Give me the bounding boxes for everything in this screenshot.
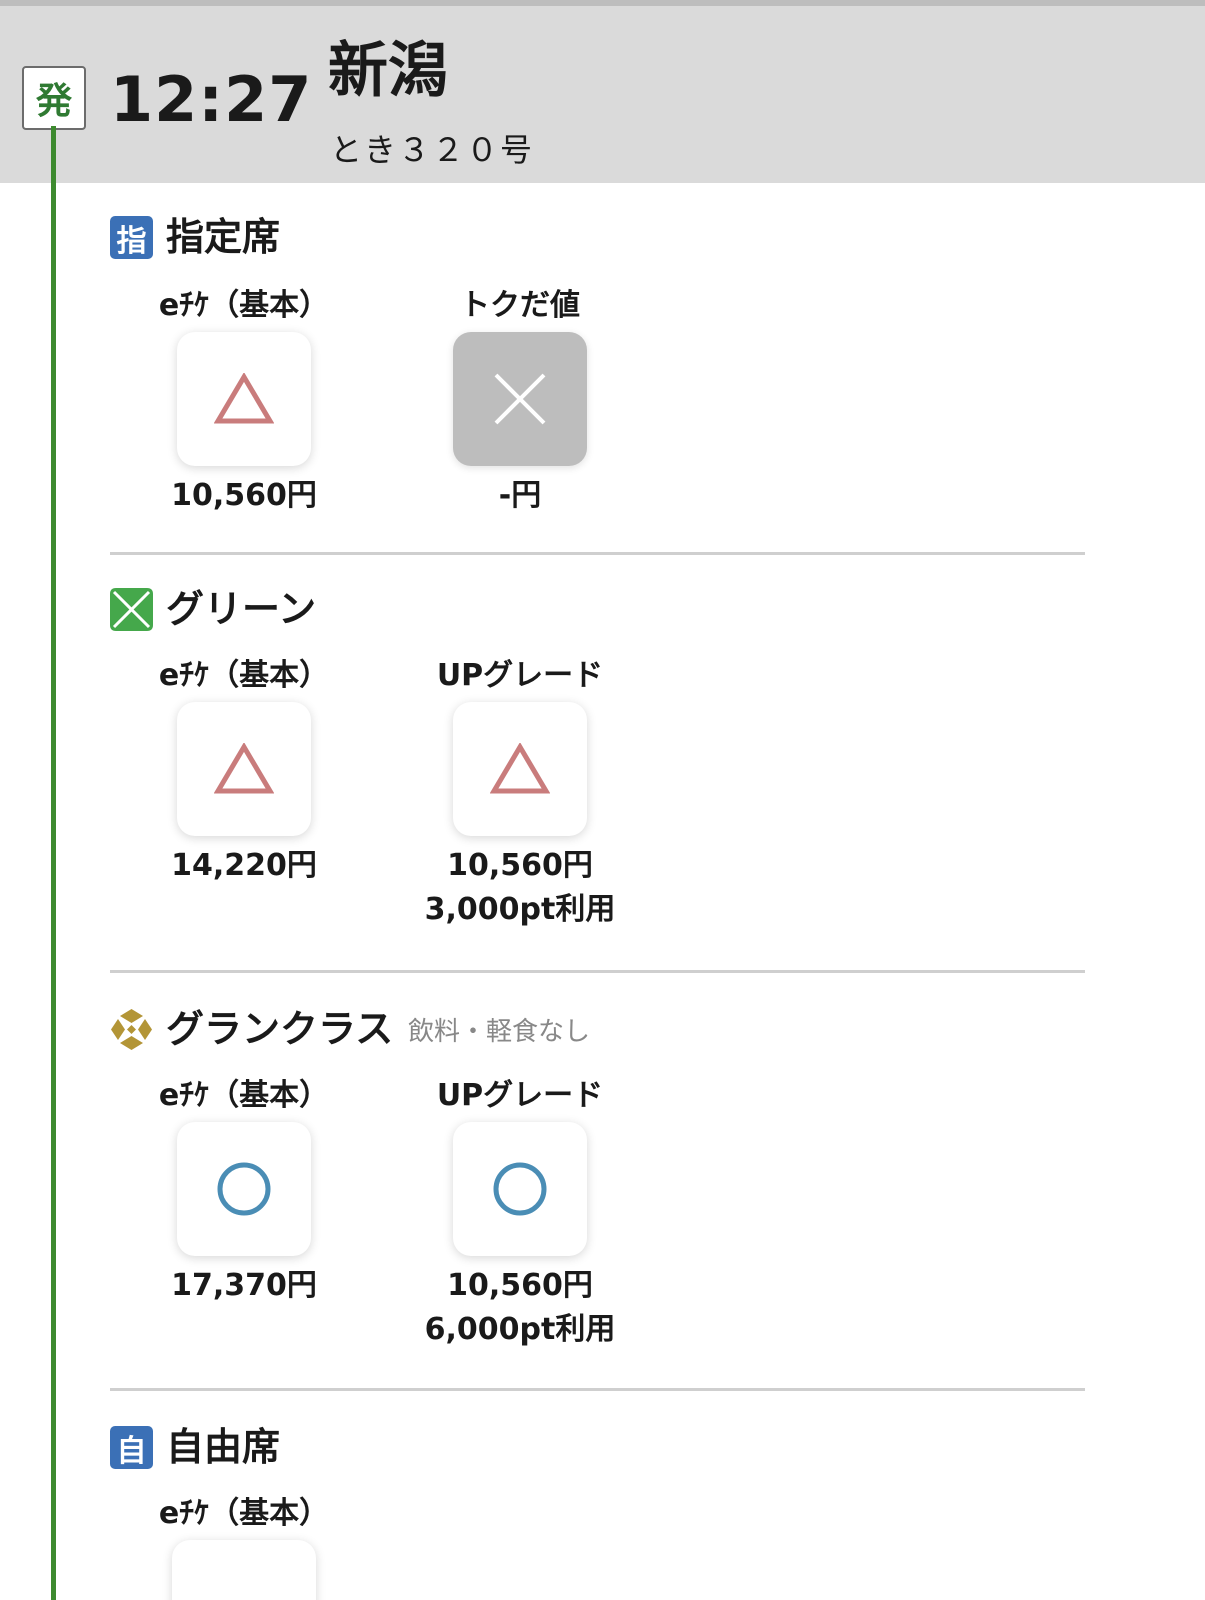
option-label: トクだ値 [460, 288, 580, 323]
option-green-upgrade[interactable]: UPグレード 10,560円 3,000pt利用 [370, 656, 670, 932]
availability-tile[interactable]: あり [172, 1540, 316, 1600]
reserved-seat-icon: 指 [110, 216, 153, 259]
section-divider [110, 552, 1085, 555]
train-name: とき３２０号 [330, 131, 535, 169]
option-gran-eticket[interactable]: eﾁｹ（基本） 17,370円 [94, 1076, 394, 1308]
option-gran-upgrade[interactable]: UPグレード 10,560円 6,000pt利用 [370, 1076, 670, 1352]
option-price: 10,560円 [447, 1268, 593, 1303]
section-header: グリーン [110, 584, 1085, 634]
departure-time: 12:27 [110, 63, 313, 136]
option-green-eticket[interactable]: eﾁｹ（基本） 14,220円 [94, 656, 394, 888]
option-price: 10,560円 [171, 478, 317, 513]
station-name: 新潟 [328, 36, 448, 106]
option-label: eﾁｹ（基本） [158, 658, 330, 693]
section-reserved: 指 指定席 [110, 212, 1085, 262]
departure-header: 発 12:27 新潟 とき３２０号 [0, 6, 1205, 183]
section-title: 自由席 [166, 1425, 281, 1469]
section-header: 指 指定席 [110, 212, 1085, 262]
few-seats-triangle-icon [214, 373, 274, 424]
option-points: 6,000pt利用 [424, 1312, 616, 1347]
section-title: グリーン [166, 587, 317, 631]
option-reserved-eticket[interactable]: eﾁｹ（基本） 10,560円 [94, 286, 394, 518]
route-line [51, 126, 56, 1600]
section-divider [110, 1388, 1085, 1391]
section-green: グリーン [110, 584, 1085, 634]
option-price: 10,560円 [447, 848, 593, 883]
option-label: eﾁｹ（基本） [158, 1078, 330, 1113]
train-seat-availability-screen: 発 12:27 新潟 とき３２０号 指 指定席 eﾁｹ（基本） 10,560円 … [0, 0, 1205, 1600]
green-clover-icon [110, 588, 153, 631]
option-reserved-tokudane[interactable]: トクだ値 -円 [370, 286, 670, 518]
section-unreserved: 自 自由席 [110, 1422, 1085, 1472]
few-seats-triangle-icon [490, 743, 550, 794]
option-label: eﾁｹ（基本） [158, 288, 330, 323]
section-title: 指定席 [166, 215, 281, 259]
availability-tile[interactable] [177, 332, 311, 466]
available-circle-icon [493, 1162, 547, 1216]
option-label: eﾁｹ（基本） [158, 1496, 330, 1531]
section-title: グランクラス [166, 1007, 394, 1051]
section-note: 飲料・軽食なし [408, 1017, 591, 1047]
availability-tile[interactable] [453, 702, 587, 836]
option-price: -円 [498, 478, 542, 513]
option-unreserved-eticket[interactable]: eﾁｹ（基本） あり [94, 1494, 394, 1600]
availability-text: あり [216, 1557, 272, 1600]
departure-badge: 発 [22, 66, 86, 130]
option-points: 3,000pt利用 [424, 892, 616, 927]
section-header: グランクラス 飲料・軽食なし [110, 1004, 1085, 1054]
section-gran-class: グランクラス 飲料・軽食なし [110, 1004, 1085, 1054]
section-divider [110, 970, 1085, 973]
option-price: 17,370円 [171, 1268, 317, 1303]
availability-tile[interactable] [177, 702, 311, 836]
unreserved-seat-icon: 自 [110, 1426, 153, 1469]
availability-tile[interactable] [177, 1122, 311, 1256]
gran-class-icon [110, 1008, 153, 1051]
availability-tile[interactable] [453, 332, 587, 466]
option-label: UPグレード [436, 658, 604, 693]
option-price: 14,220円 [171, 848, 317, 883]
section-header: 自 自由席 [110, 1422, 1085, 1472]
few-seats-triangle-icon [214, 743, 274, 794]
availability-tile[interactable] [453, 1122, 587, 1256]
option-label: UPグレード [436, 1078, 604, 1113]
unavailable-cross-icon [494, 373, 546, 425]
available-circle-icon [217, 1162, 271, 1216]
